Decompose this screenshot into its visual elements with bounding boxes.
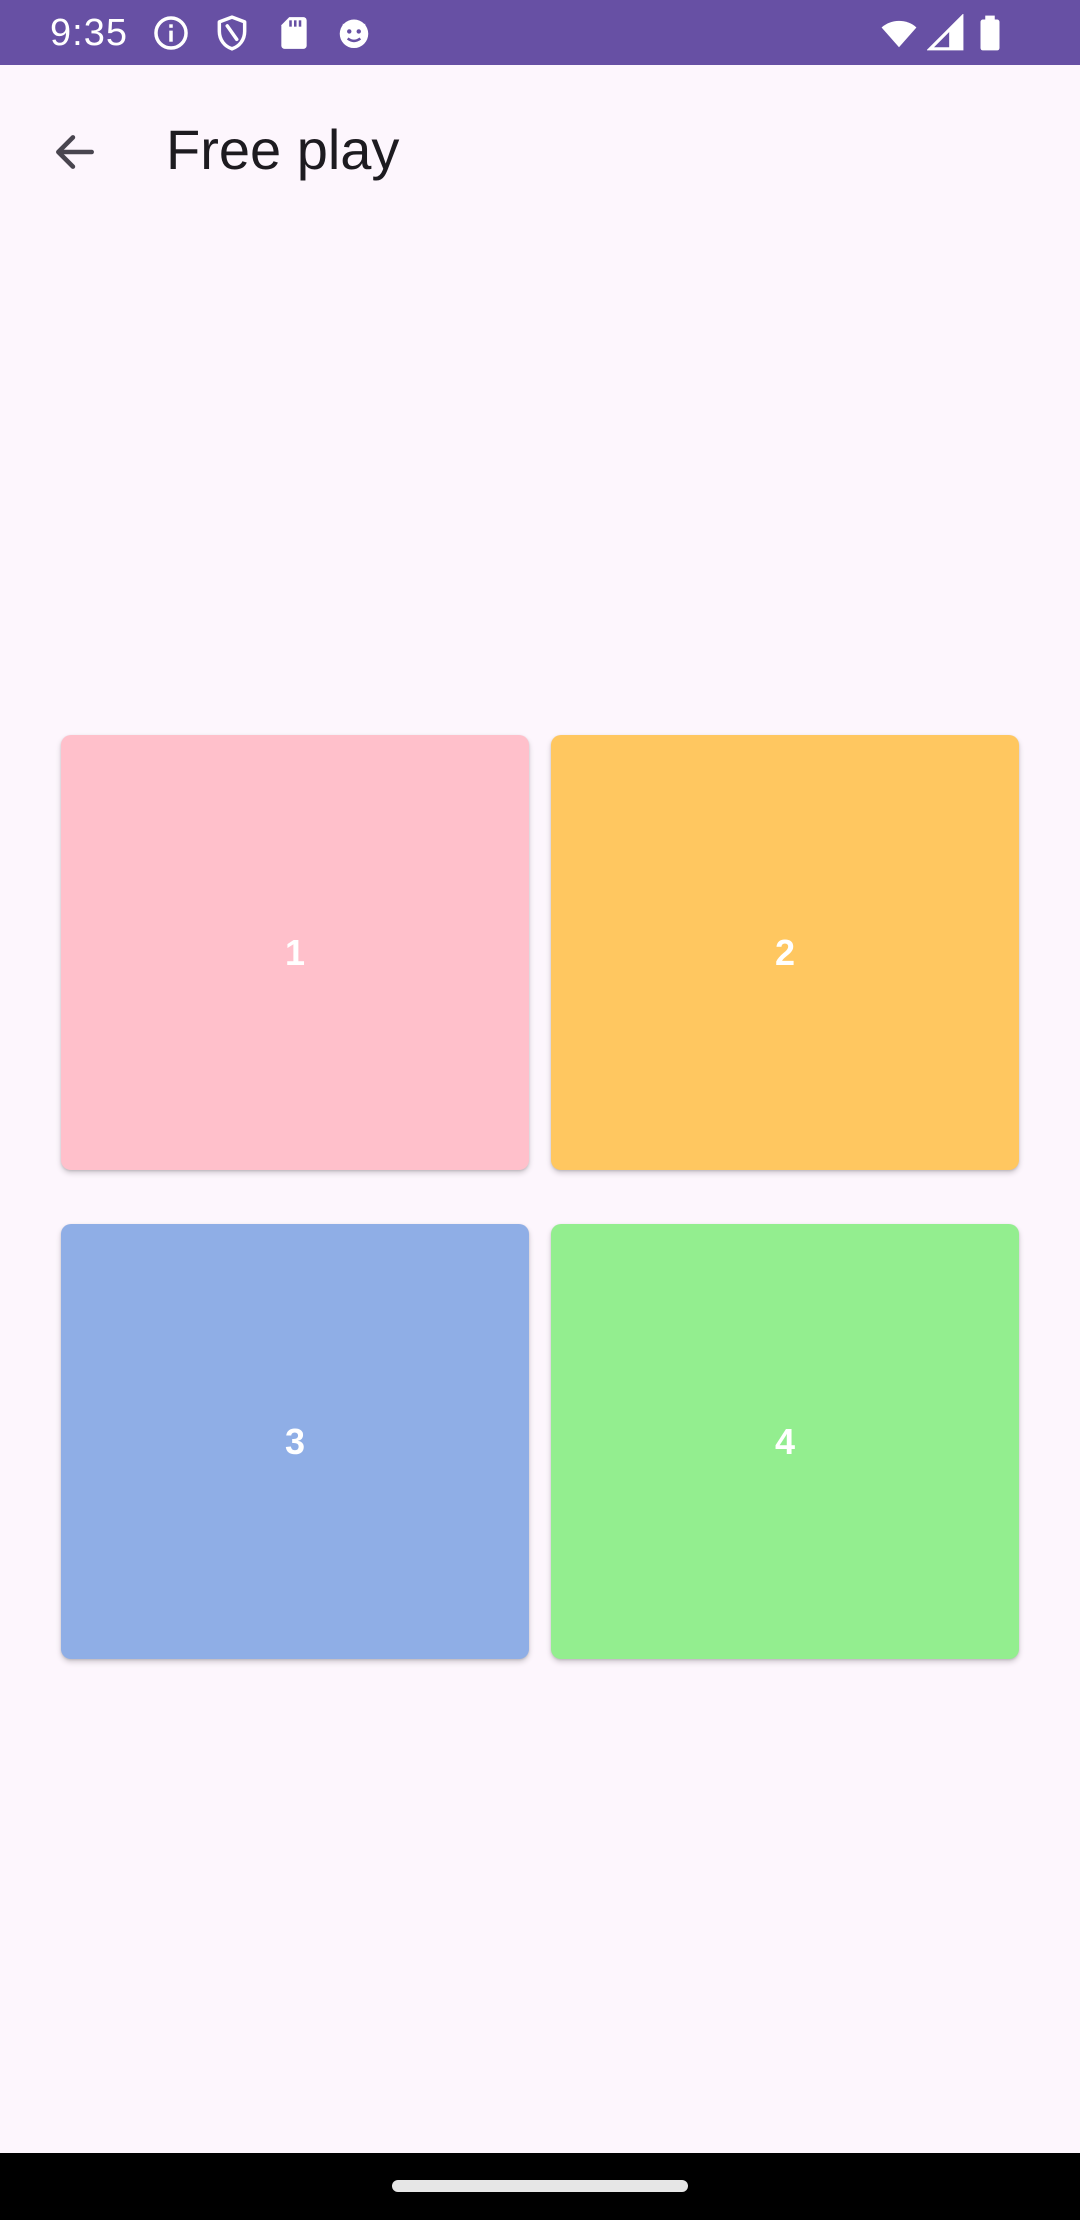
tile-2[interactable]: 2 [551,735,1019,1170]
status-time: 9:35 [50,12,128,54]
wifi-icon [881,20,917,48]
info-icon [154,16,188,50]
sd-card-icon [281,17,307,49]
shield-icon [217,15,247,51]
battery-icon [980,15,1000,51]
tile-3[interactable]: 3 [61,1224,529,1659]
home-gesture-handle[interactable] [392,2180,688,2192]
tile-grid: 1 2 3 4 [61,735,1020,1659]
arrow-back-icon [56,135,94,169]
signal-icon [927,14,964,51]
tile-label: 3 [284,1420,306,1462]
top-app-bar: Free play [0,65,1080,247]
cat-face-icon [339,19,369,49]
tile-label: 2 [774,931,796,973]
back-button[interactable] [28,105,122,199]
tile-label: 1 [284,931,306,973]
tile-4[interactable]: 4 [551,1224,1019,1659]
tile-label: 4 [774,1420,796,1462]
status-bar: 9:35 [0,0,1080,65]
page-title: Free play [166,118,400,181]
tile-1[interactable]: 1 [61,735,529,1170]
